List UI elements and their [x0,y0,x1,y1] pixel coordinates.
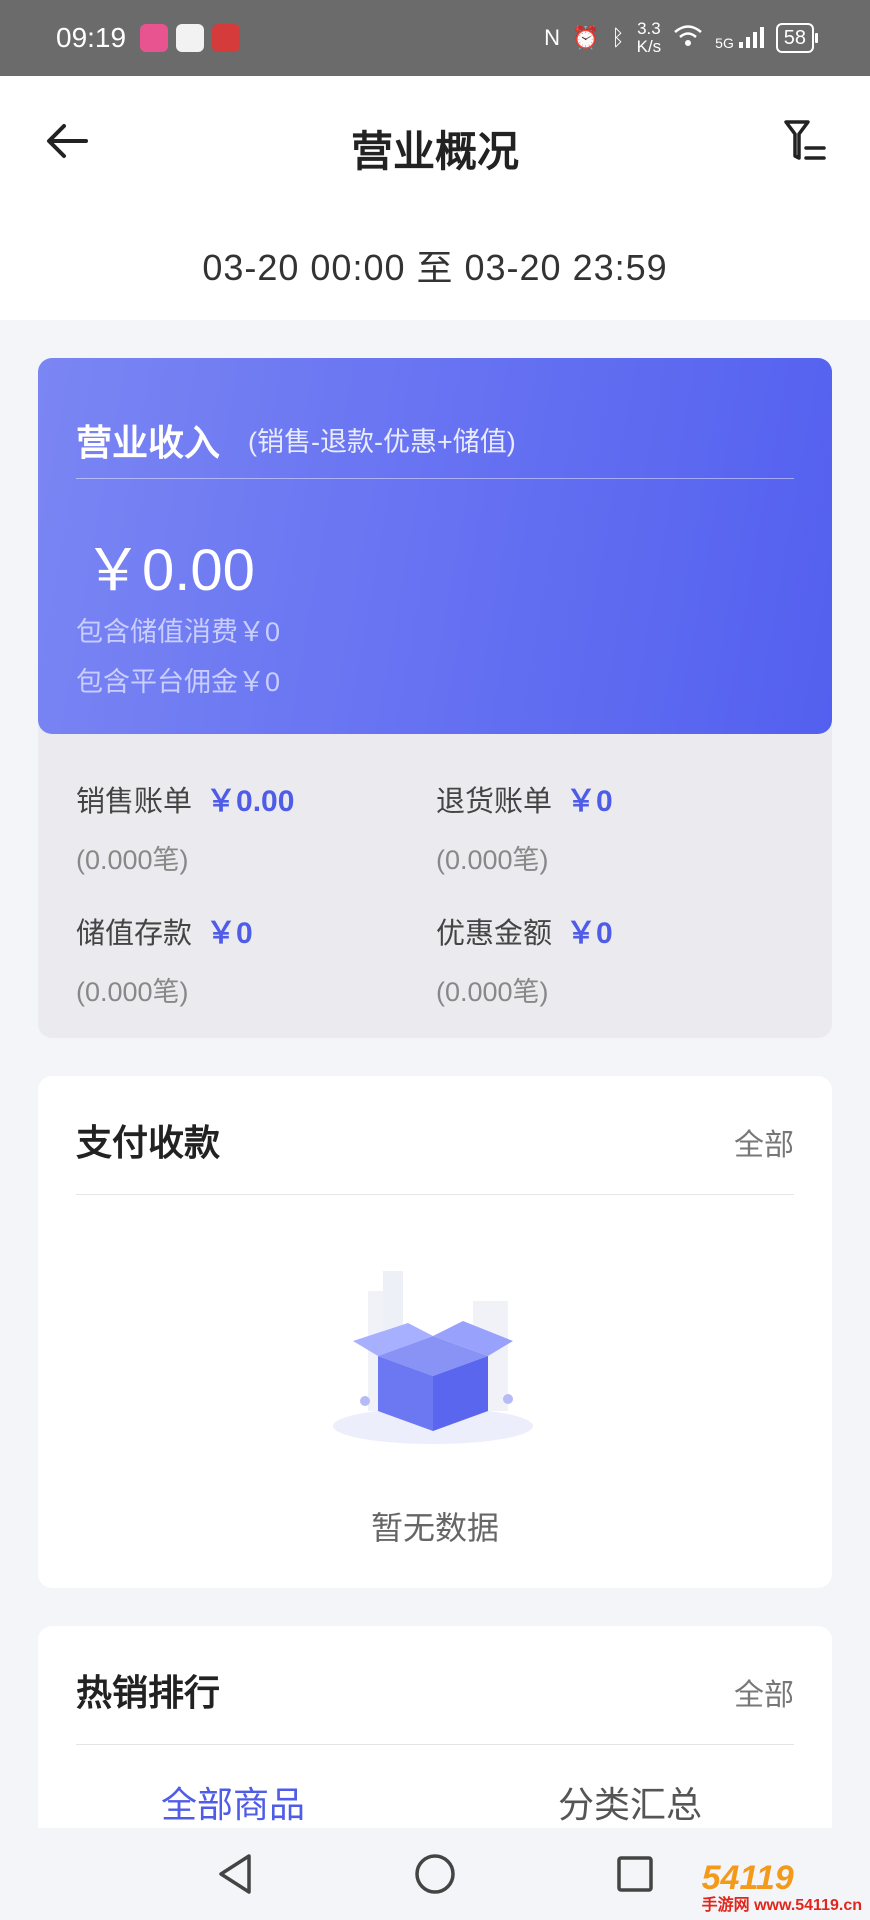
empty-box-icon [333,1271,533,1444]
nav-recents-button[interactable] [610,1849,660,1899]
stat-discounts: 优惠金额 ￥0 (0.000笔) [436,908,613,1009]
status-time: 09:19 [56,22,127,53]
hot-sales-title: 热销排行 [76,1672,221,1713]
income-card: 营业收入 (销售-退款-优惠+储值) ￥0.00 包含储值消费￥0 包含平台佣金… [38,358,832,734]
video-app-icon [140,24,169,52]
date-range[interactable]: 03-20 00:00 至 03-20 23:59 [0,239,870,291]
tab-all-products[interactable]: 全部商品 [161,1776,305,1828]
nav-home-button[interactable] [410,1849,460,1899]
alarm-icon: ⏰ [572,25,600,50]
stat-sales: 销售账单 ￥0.00 (0.000笔) [76,776,294,877]
income-amount: ￥0.00 [84,538,255,603]
filter-button[interactable] [780,116,830,166]
stat-count: (0.000笔) [76,845,189,875]
empty-text: 暂无数据 [370,1510,499,1546]
status-bar: 09:19 N ⏰ ᛒ 3.3 K/s 5G 58 [0,0,870,76]
watermark-logo: 54119 手游网 www.54119.cn [701,1859,862,1914]
nav-back-button[interactable] [210,1849,260,1899]
square-recents-icon [617,1856,653,1892]
wifi-icon [673,23,703,53]
stat-value: ￥0 [566,785,613,818]
stored-value-consumption: 包含储值消费￥0 [76,617,281,647]
nfc-icon: N [544,25,560,50]
hot-sales-all-link[interactable]: 全部 [734,1670,794,1714]
circle-home-icon [415,1854,455,1894]
bluetooth-icon: ᛒ [611,25,625,50]
hot-sales-card: 热销排行 全部 全部商品 分类汇总 [38,1626,832,1846]
divider [76,1744,794,1745]
payment-all-link[interactable]: 全部 [734,1120,794,1164]
stat-deposits: 储值存款 ￥0 (0.000笔) [76,908,253,1009]
battery-icon: 58 [775,23,819,53]
income-divider [76,478,794,479]
payment-card: 支付收款 全部 暂无数据 [38,1076,832,1588]
signal-icon: 5G [715,26,764,51]
page-title: 营业概况 [350,128,519,175]
stat-label: 退货账单 [436,786,553,818]
chat-app-icon [176,24,205,52]
stat-label: 优惠金额 [436,918,553,950]
stat-count: (0.000笔) [436,845,549,875]
platform-commission: 包含平台佣金￥0 [76,667,281,697]
stat-label: 销售账单 [76,786,193,818]
stat-value: ￥0 [566,917,613,950]
summary-panel: 营业收入 (销售-退款-优惠+储值) ￥0.00 包含储值消费￥0 包含平台佣金… [38,358,832,1038]
stat-label: 储值存款 [76,918,193,950]
tab-category-summary[interactable]: 分类汇总 [558,1776,702,1828]
network-speed: 3.3 K/s [636,19,662,56]
triangle-back-icon [219,1854,251,1894]
bank-app-icon [212,24,241,52]
header: 营业概况 03-20 00:00 至 03-20 23:59 [0,76,870,320]
payment-title: 支付收款 [76,1122,221,1163]
filter-icon [784,120,826,160]
divider [76,1194,794,1195]
income-formula: (销售-退款-优惠+储值) [248,427,516,457]
stat-count: (0.000笔) [76,977,189,1007]
stat-value: ￥0 [206,917,253,950]
stat-returns: 退货账单 ￥0 (0.000笔) [436,776,613,877]
stat-count: (0.000笔) [436,977,549,1007]
stat-value: ￥0.00 [206,785,295,818]
income-title: 营业收入 [76,422,221,463]
